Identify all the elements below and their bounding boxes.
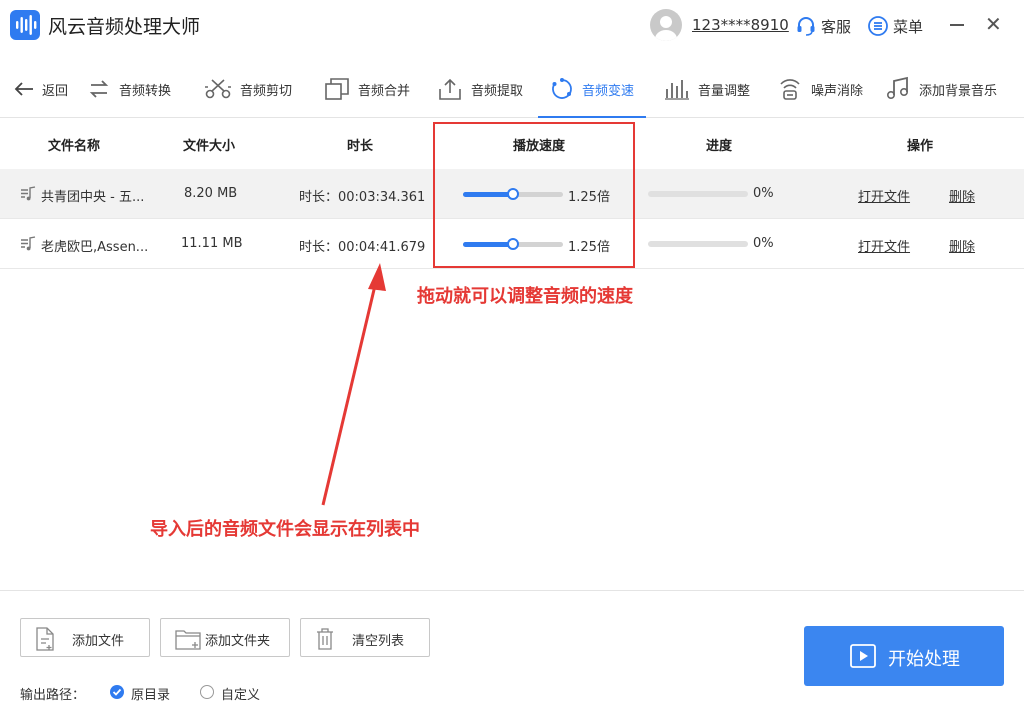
username-link[interactable]: 123****8910	[692, 16, 789, 34]
delete-link[interactable]: 删除	[949, 186, 975, 205]
column-header-progress: 进度	[706, 139, 733, 154]
tab-label: 音频转换	[119, 83, 172, 99]
tab-add-bgm[interactable]: 添加背景音乐	[885, 60, 997, 118]
menu-icon[interactable]	[867, 15, 889, 37]
custom-dir-radio[interactable]	[200, 685, 214, 699]
title-bar: 风云音频处理大师 123****8910 客服 菜单 ✕	[0, 0, 1024, 52]
original-dir-label[interactable]: 原目录	[131, 684, 170, 703]
checkmark-icon	[112, 688, 122, 696]
start-processing-button[interactable]: 开始处理	[804, 626, 1004, 686]
tab-audio-extract[interactable]: 音频提取	[437, 60, 523, 118]
function-toolbar: 返回 音频转换 音频剪切 音频合并 音频提取 音频变速 音量调整 噪声消除 添加…	[0, 60, 1024, 118]
headset-icon[interactable]	[795, 15, 817, 37]
file-size: 8.20 MB	[184, 186, 238, 201]
tab-label: 噪声消除	[811, 83, 864, 99]
tab-audio-merge[interactable]: 音频合并	[324, 60, 410, 118]
progress-value: 0%	[753, 236, 774, 251]
extract-icon	[439, 78, 461, 100]
column-header-actions: 操作	[907, 139, 934, 154]
add-folder-icon	[175, 630, 201, 650]
speed-highlight-box	[433, 122, 635, 268]
progress-bar	[648, 241, 748, 247]
progress-bar	[648, 191, 748, 197]
add-file-icon	[36, 627, 54, 651]
play-icon	[850, 644, 876, 668]
tab-label: 添加背景音乐	[919, 83, 998, 99]
original-dir-radio[interactable]	[110, 685, 124, 699]
menu-button[interactable]: 菜单	[893, 16, 923, 37]
speed-icon	[552, 78, 572, 99]
file-duration: 时长：00:04:41.679	[299, 240, 426, 255]
tab-label: 音频剪切	[240, 83, 293, 99]
minimize-button[interactable]	[950, 24, 964, 26]
open-file-link[interactable]: 打开文件	[858, 236, 910, 255]
arrow-left-icon	[14, 82, 33, 96]
file-name: 共青团中央 - 五...	[41, 190, 145, 205]
speed-annotation: 拖动就可以调整音频的速度	[417, 286, 633, 307]
back-button[interactable]: 返回	[14, 60, 68, 118]
start-processing-label: 开始处理	[888, 649, 960, 670]
file-size: 11.11 MB	[181, 236, 243, 251]
add-file-button[interactable]: 添加文件	[20, 618, 150, 657]
list-annotation: 导入后的音频文件会显示在列表中	[150, 519, 420, 540]
file-name: 老虎欧巴,Assen...	[41, 240, 149, 255]
tab-audio-cut[interactable]: 音频剪切	[204, 60, 292, 118]
column-header-name: 文件名称	[48, 139, 101, 154]
tab-label: 音频提取	[471, 83, 524, 99]
open-file-link[interactable]: 打开文件	[858, 186, 910, 205]
tab-label: 音量调整	[698, 83, 751, 99]
clear-list-button[interactable]: 清空列表	[300, 618, 430, 657]
column-header-size: 文件大小	[183, 139, 236, 154]
audio-file-icon	[21, 236, 36, 251]
tab-label: 音频合并	[358, 83, 411, 99]
customer-service-button[interactable]: 客服	[821, 16, 851, 37]
user-avatar[interactable]	[650, 9, 682, 41]
column-header-duration: 时长	[347, 139, 374, 154]
noise-icon	[780, 79, 800, 100]
back-label: 返回	[42, 83, 69, 99]
add-folder-button[interactable]: 添加文件夹	[160, 618, 290, 657]
add-file-label: 添加文件	[72, 634, 125, 649]
close-button[interactable]: ✕	[985, 14, 1002, 34]
music-note-icon	[886, 76, 909, 100]
tab-volume-adjust[interactable]: 音量调整	[664, 60, 750, 118]
trash-icon	[317, 628, 333, 650]
convert-icon	[89, 80, 109, 98]
delete-link[interactable]: 删除	[949, 236, 975, 255]
file-duration: 时长：00:03:34.361	[299, 190, 426, 205]
audio-file-icon	[21, 186, 36, 201]
tab-audio-convert[interactable]: 音频转换	[87, 60, 171, 118]
progress-value: 0%	[753, 186, 774, 201]
annotation-arrow-icon	[321, 263, 386, 506]
app-logo-icon	[10, 10, 40, 40]
tab-audio-speed[interactable]: 音频变速	[537, 60, 647, 118]
volume-bars-icon	[665, 80, 689, 100]
scissors-icon	[205, 79, 231, 99]
app-title: 风云音频处理大师	[48, 16, 201, 38]
tab-label: 音频变速	[582, 83, 635, 99]
clear-list-label: 清空列表	[352, 634, 405, 649]
merge-icon	[325, 78, 349, 100]
bottom-divider	[0, 590, 1024, 591]
output-path-label: 输出路径：	[20, 688, 86, 703]
custom-dir-label[interactable]: 自定义	[221, 684, 260, 703]
tab-noise-removal[interactable]: 噪声消除	[777, 60, 863, 118]
add-folder-label: 添加文件夹	[205, 634, 271, 649]
